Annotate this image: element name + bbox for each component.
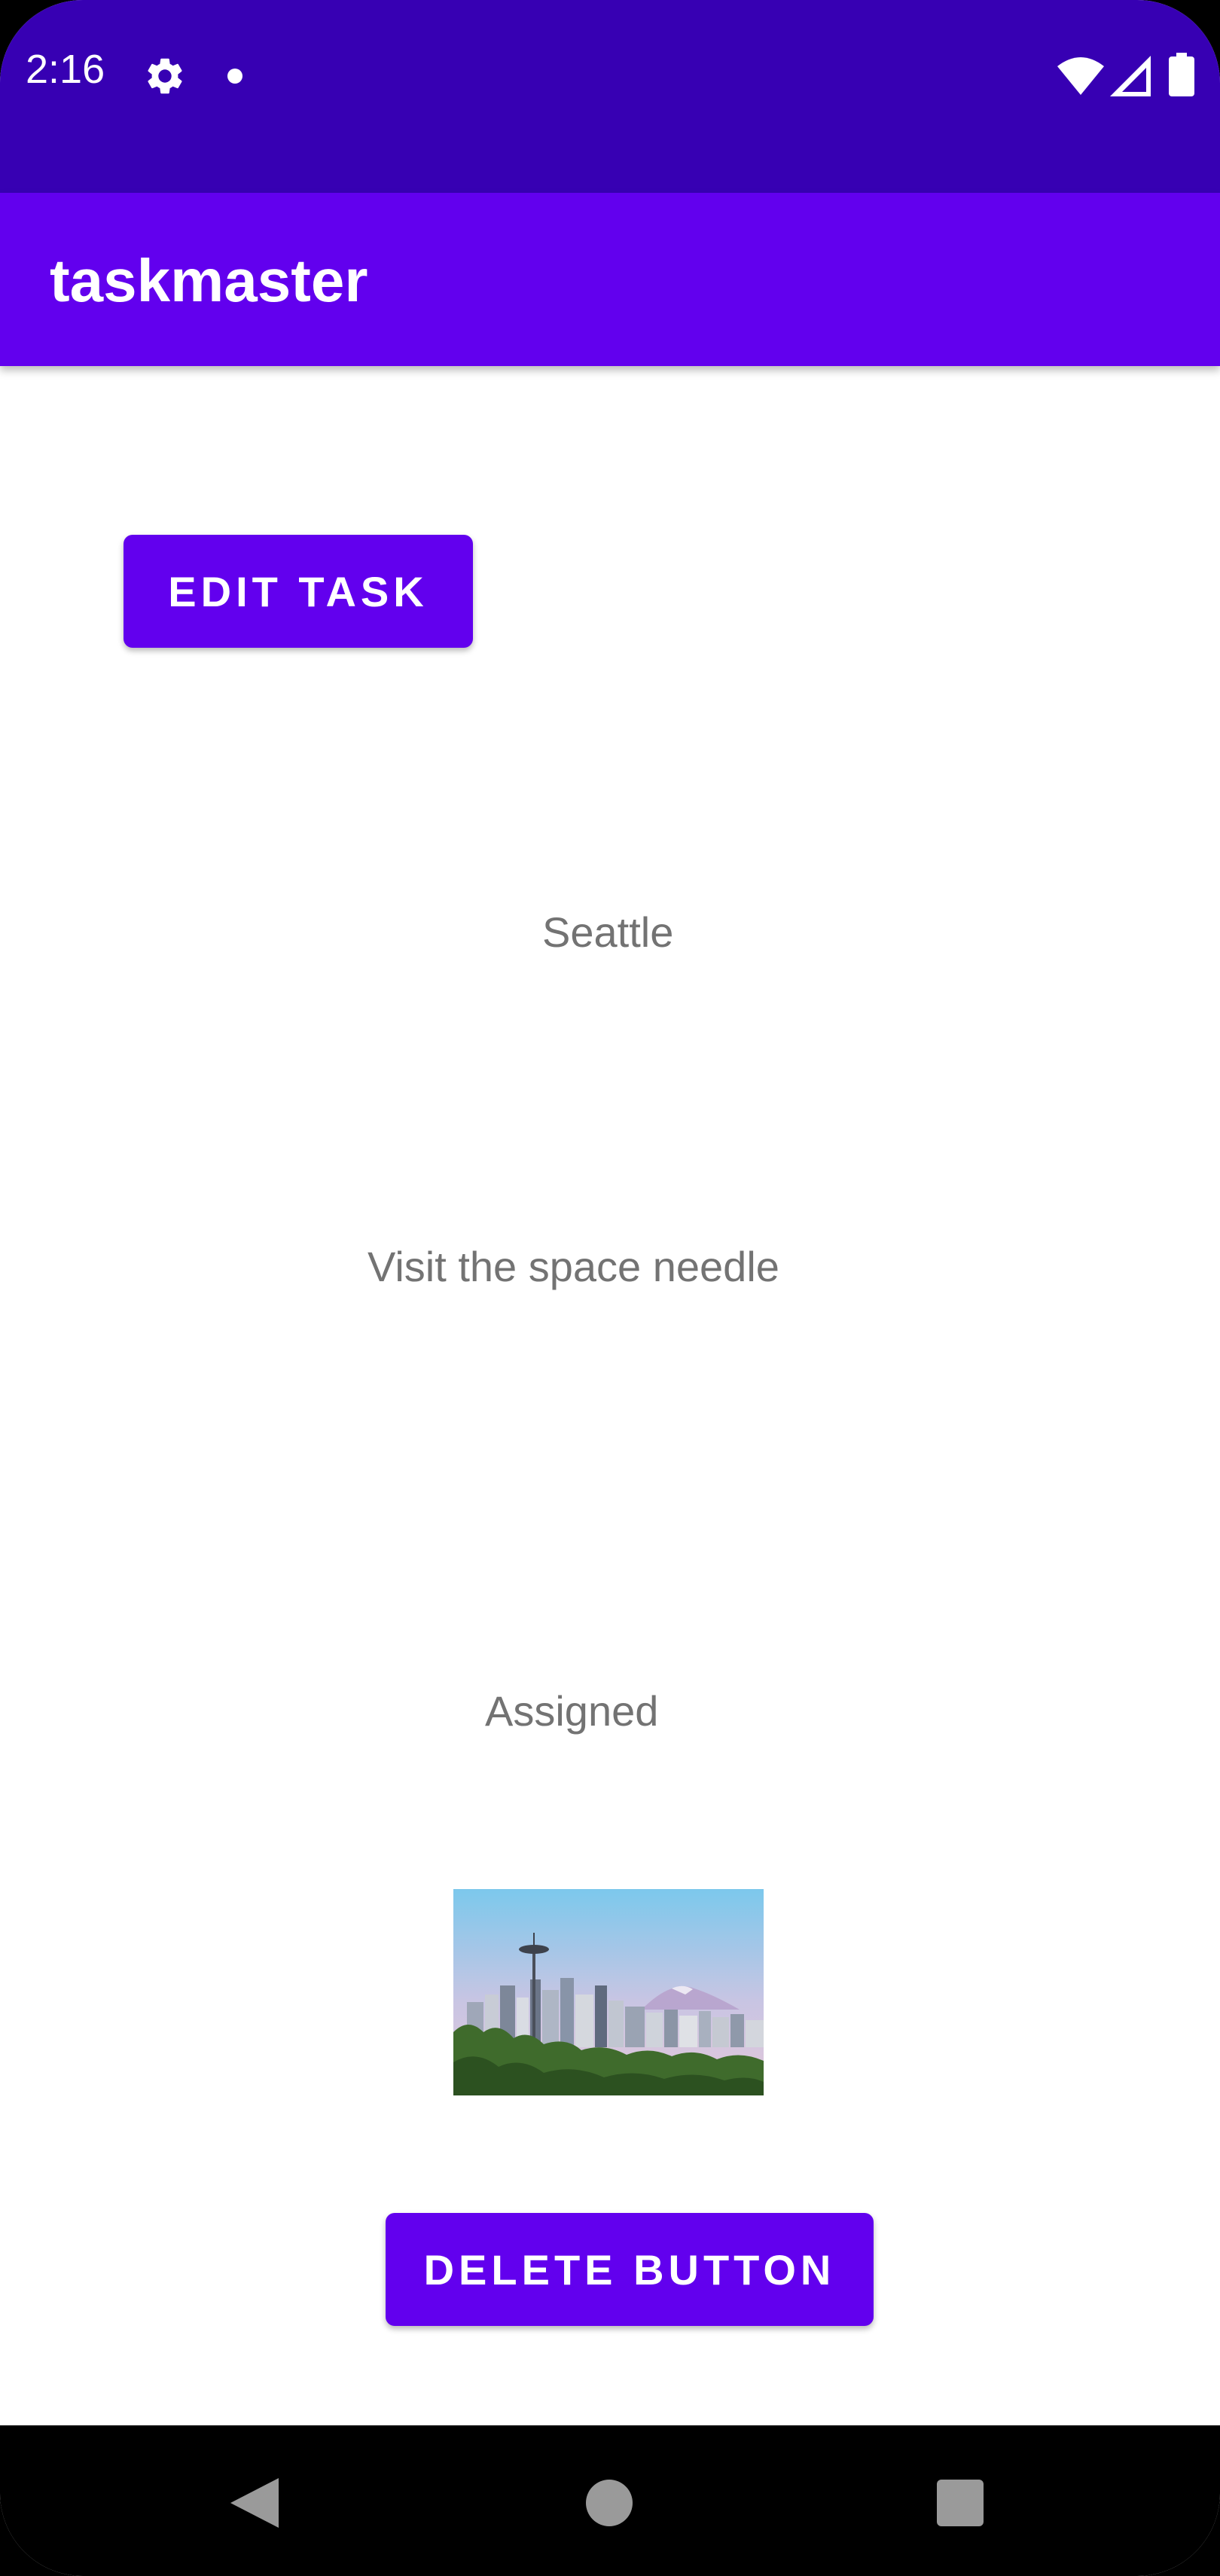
status-time: 2:16 <box>26 47 105 92</box>
screen: 2:16 taskmaster EDIT TASK Seattle Visit … <box>0 0 1220 2576</box>
back-icon[interactable] <box>230 2478 279 2528</box>
task-body: Visit the space needle <box>368 1243 779 1290</box>
notification-dot-icon <box>227 69 242 84</box>
navigation-bar <box>0 2425 1220 2576</box>
task-state: Assigned <box>485 1687 659 1735</box>
home-icon[interactable] <box>586 2480 633 2526</box>
wifi-icon <box>1057 57 1104 95</box>
app-title: taskmaster <box>50 247 368 314</box>
battery-icon <box>1169 53 1194 96</box>
task-image <box>453 1889 764 2095</box>
recents-icon[interactable] <box>937 2480 984 2526</box>
status-bar: 2:16 <box>0 0 1220 193</box>
signal-icon <box>1110 56 1151 96</box>
device-frame: 2:16 taskmaster EDIT TASK Seattle Visit … <box>0 0 1220 2576</box>
edit-task-button[interactable]: EDIT TASK <box>124 535 473 648</box>
delete-button[interactable]: DELETE BUTTON <box>386 2213 874 2326</box>
gear-icon <box>148 58 182 94</box>
app-bar: taskmaster <box>0 193 1220 366</box>
task-title: Seattle <box>542 908 674 956</box>
